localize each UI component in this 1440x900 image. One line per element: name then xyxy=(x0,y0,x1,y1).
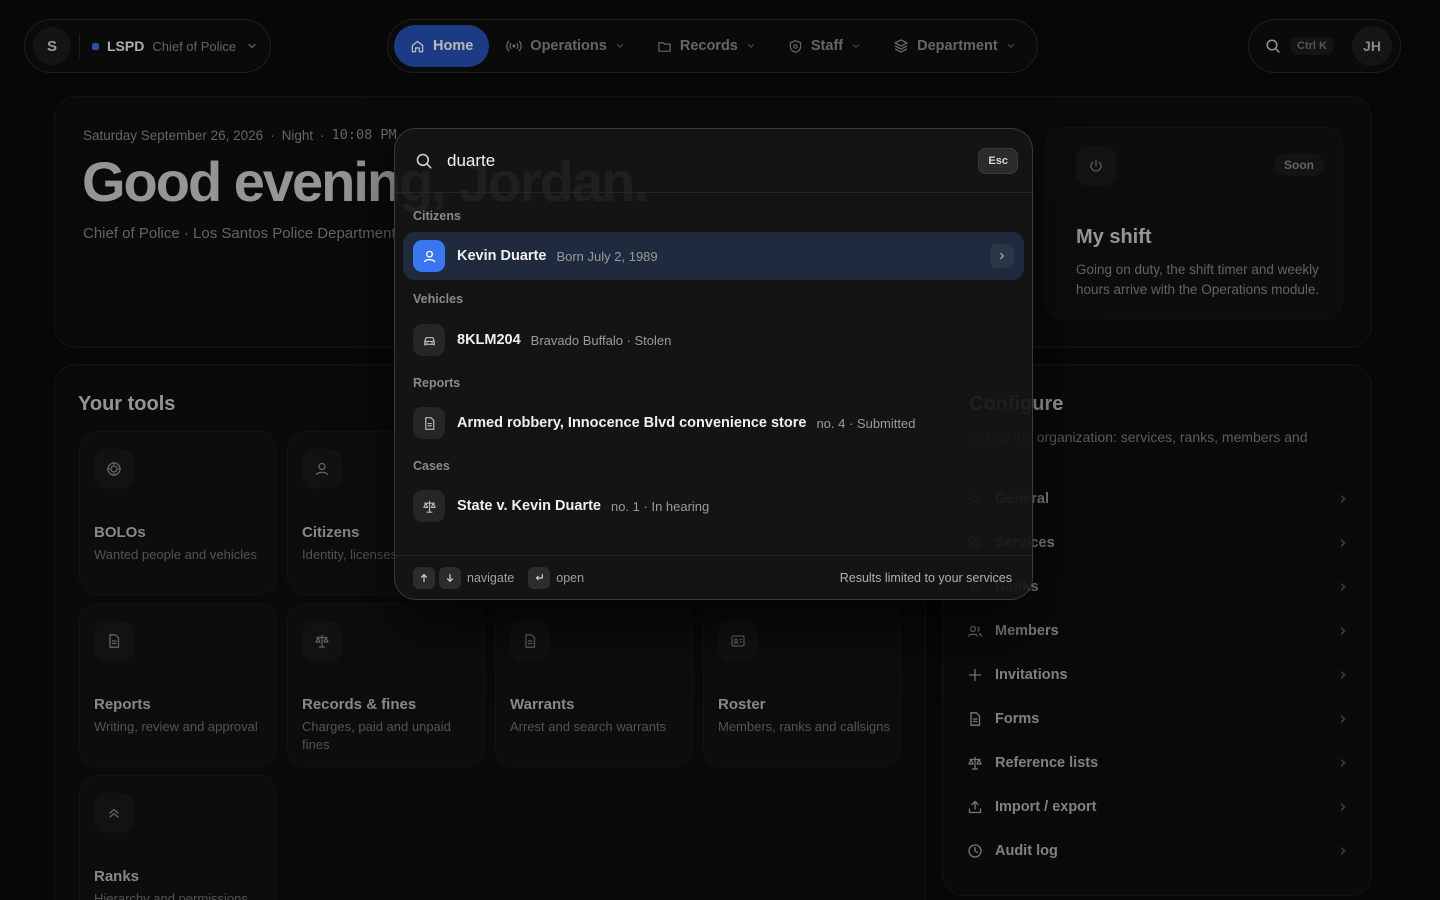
result-meta: Born July 2, 1989 xyxy=(556,248,658,264)
esc-button[interactable]: Esc xyxy=(978,147,1018,174)
result-title: State v. Kevin Duarte xyxy=(457,498,601,514)
result-report-armed-robbery[interactable]: Armed robbery, Innocence Blvd convenienc… xyxy=(403,399,1024,447)
result-citizen-kevin-duarte[interactable]: Kevin Duarte Born July 2, 1989 xyxy=(403,232,1024,280)
hint-navigate: navigate xyxy=(467,570,515,585)
palette-search-input[interactable] xyxy=(447,150,979,171)
document-icon xyxy=(413,407,445,439)
palette-search-bar: Esc xyxy=(395,129,1032,193)
search-icon xyxy=(415,152,433,170)
result-case-state-v-duarte[interactable]: State v. Kevin Duarte no. 1 · In hearing xyxy=(403,482,1024,530)
scales-icon xyxy=(413,490,445,522)
chevron-right-icon xyxy=(990,244,1014,268)
hint-open: open xyxy=(556,570,585,585)
result-vehicle-8klm204[interactable]: 8KLM204 Bravado Buffalo · Stolen xyxy=(403,316,1024,364)
palette-footer: navigate open Results limited to your se… xyxy=(395,555,1032,599)
group-label-vehicles: Vehicles xyxy=(413,292,464,306)
result-title: 8KLM204 xyxy=(457,332,521,348)
results-limit-note: Results limited to your services xyxy=(839,570,1012,585)
command-palette: Esc Citizens Kevin Duarte Born July 2, 1… xyxy=(394,128,1033,600)
result-meta: Bravado Buffalo · Stolen xyxy=(530,332,672,348)
group-label-cases: Cases xyxy=(413,459,450,473)
arrow-down-icon xyxy=(439,566,461,589)
arrow-up-icon xyxy=(413,566,435,589)
user-icon xyxy=(413,240,445,272)
result-title: Armed robbery, Innocence Blvd convenienc… xyxy=(457,415,807,431)
result-meta: no. 1 · In hearing xyxy=(610,498,710,514)
car-icon xyxy=(413,324,445,356)
result-title: Kevin Duarte xyxy=(457,248,547,264)
group-label-reports: Reports xyxy=(413,376,461,390)
enter-key-icon xyxy=(528,566,551,589)
group-label-citizens: Citizens xyxy=(413,209,461,223)
result-meta: no. 4 · Submitted xyxy=(816,415,916,431)
